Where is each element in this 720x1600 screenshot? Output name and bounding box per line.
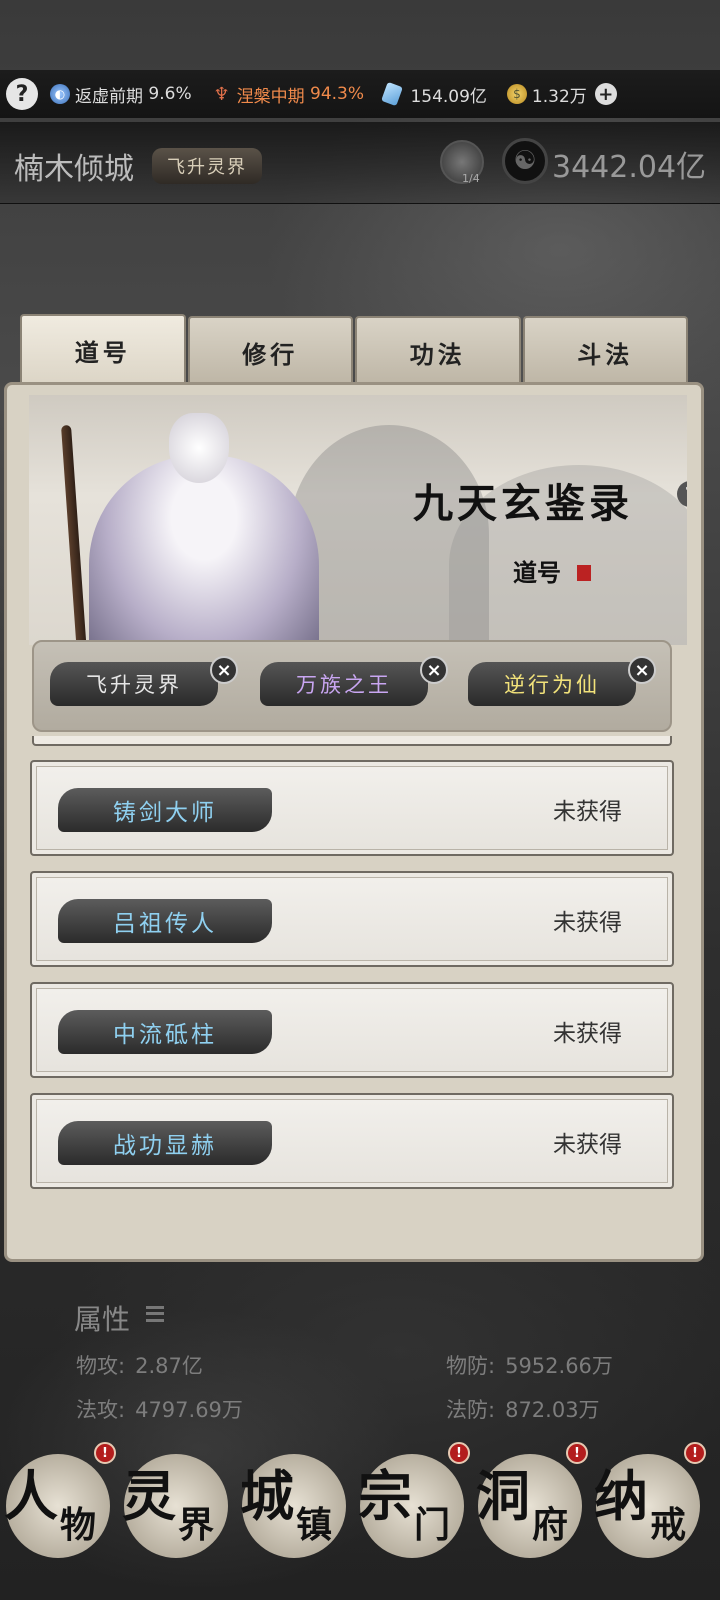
nirvana-stat[interactable]: ♆ 涅槃中期 94.3% <box>212 82 365 107</box>
nav-cave[interactable]: 洞 府 ! <box>474 1442 588 1558</box>
title-status: 未获得 <box>553 799 622 825</box>
sage-illustration <box>89 455 319 645</box>
crystal-stat[interactable]: 154.09亿 <box>381 81 487 107</box>
nav-character[interactable]: 人 物 ! <box>2 1442 116 1558</box>
avatar-count: 1/4 <box>462 172 480 185</box>
attr-mag-def: 法防: 872.03万 <box>446 1394 600 1424</box>
title-list: 铸剑大师 未获得 吕祖传人 未获得 中流砥柱 未获得 战功显赫 未获得 <box>30 760 674 1204</box>
realm-label: 返虚前期 <box>75 86 143 107</box>
attr-label: 物攻: <box>76 1354 126 1378</box>
notification-badge: ! <box>566 1442 588 1464</box>
banner-subtitle: 道号 <box>513 558 561 587</box>
equipped-title-label: 万族之王 <box>296 673 392 697</box>
tab-techniques[interactable]: 功法 <box>355 316 521 386</box>
list-item[interactable]: 战功显赫 未获得 <box>30 1093 674 1189</box>
nav-town[interactable]: 城 镇 <box>238 1444 348 1558</box>
attr-label: 物防: <box>446 1354 496 1378</box>
flame-icon: ♆ <box>213 83 230 105</box>
attr-value: 872.03万 <box>505 1398 600 1422</box>
attr-value: 5952.66万 <box>505 1354 613 1378</box>
nirvana-percent: 94.3% <box>310 84 365 104</box>
equipped-title-label: 飞升灵界 <box>86 673 182 697</box>
add-currency-button[interactable]: + <box>594 83 617 105</box>
remove-title-button[interactable]: × <box>420 656 448 684</box>
nav-label-sub: 戒 <box>650 1504 687 1546</box>
attributes-title: 属性 <box>74 1303 131 1336</box>
equipped-title-chip[interactable]: 飞升灵界 <box>50 662 218 706</box>
city-name: 楠木倾城 <box>14 152 134 187</box>
title-status: 未获得 <box>553 910 622 936</box>
list-icon[interactable] <box>146 1306 164 1322</box>
city-header: 楠木倾城 飞升灵界 1/4 ☯ 3442.04亿 <box>0 122 720 204</box>
taiji-icon: ☯ <box>502 138 548 184</box>
list-item[interactable]: 吕祖传人 未获得 <box>30 871 674 967</box>
coin-value: 1.32万 <box>531 86 587 107</box>
nav-label-main: 宗 <box>358 1464 412 1528</box>
title-status: 未获得 <box>553 1132 622 1158</box>
realm-orb-icon: ◐ <box>50 84 70 104</box>
notification-badge: ! <box>684 1442 706 1464</box>
coin-icon: $ <box>506 84 527 104</box>
seal-stamp-icon <box>577 565 591 581</box>
equipped-title-chip[interactable]: 万族之王 <box>260 662 428 706</box>
spirit-value: 3442.04亿 <box>552 150 707 185</box>
tab-duel[interactable]: 斗法 <box>522 316 688 386</box>
tab-title[interactable]: 道号 <box>20 314 186 384</box>
nav-label-sub: 府 <box>532 1504 569 1546</box>
remove-title-button[interactable]: × <box>210 656 238 684</box>
attr-mag-atk: 法攻: 4797.69万 <box>76 1394 243 1424</box>
crystal-value: 154.09亿 <box>410 86 487 107</box>
nav-label-sub: 界 <box>178 1504 215 1546</box>
nav-storage-ring[interactable]: 纳 戒 ! <box>592 1442 706 1558</box>
bottom-nav: 人 物 ! 灵 界 城 镇 宗 门 ! 洞 府 ! 纳 戒 ! <box>0 1440 720 1600</box>
nav-label-sub: 镇 <box>296 1504 333 1546</box>
nav-label-sub: 门 <box>414 1504 451 1546</box>
notification-badge: ! <box>448 1442 470 1464</box>
city-title-tag[interactable]: 飞升灵界 <box>152 148 262 184</box>
list-item-partial <box>32 736 672 746</box>
remove-title-button[interactable]: × <box>628 656 656 684</box>
nav-sect[interactable]: 宗 门 ! <box>356 1442 470 1558</box>
staff-illustration <box>60 424 88 645</box>
title-name: 战功显赫 <box>58 1121 272 1165</box>
sage-head-illustration <box>169 413 229 483</box>
tab-cultivation[interactable]: 修行 <box>187 316 353 386</box>
realm-percent: 9.6% <box>148 84 192 104</box>
title-name: 吕祖传人 <box>58 899 272 943</box>
list-item[interactable]: 中流砥柱 未获得 <box>30 982 674 1078</box>
nav-spirit-realm[interactable]: 灵 界 <box>120 1444 230 1558</box>
tab-bar: 道号 修行 功法 斗法 <box>20 314 688 386</box>
equipped-titles-bar: 飞升灵界 × 万族之王 × 逆行为仙 × <box>32 640 672 732</box>
title-name: 铸剑大师 <box>58 788 272 832</box>
banner: 九天玄鉴录 ? 道号 <box>29 395 687 645</box>
help-button[interactable]: ? <box>6 78 38 110</box>
title-status: 未获得 <box>553 1021 622 1047</box>
banner-title: 九天玄鉴录 <box>413 480 633 527</box>
notification-badge: ! <box>94 1442 116 1464</box>
nav-label-main: 人 <box>4 1464 58 1528</box>
list-item[interactable]: 铸剑大师 未获得 <box>30 760 674 856</box>
nav-label-sub: 物 <box>60 1504 97 1546</box>
equipped-title-label: 逆行为仙 <box>504 673 600 697</box>
attr-label: 法防: <box>446 1398 496 1422</box>
crystal-icon <box>381 81 403 107</box>
attr-value: 2.87亿 <box>135 1354 203 1378</box>
status-bar: ? ◐ 返虚前期 9.6% ♆ 涅槃中期 94.3% 154.09亿 $ 1.3… <box>0 70 720 118</box>
title-name: 中流砥柱 <box>58 1010 272 1054</box>
nirvana-label: 涅槃中期 <box>236 86 305 107</box>
nav-label-main: 城 <box>240 1464 294 1528</box>
attr-phys-def: 物防: 5952.66万 <box>446 1350 613 1380</box>
attr-phys-atk: 物攻: 2.87亿 <box>76 1350 203 1380</box>
realm-stat[interactable]: ◐ 返虚前期 9.6% <box>50 82 192 107</box>
coin-stat[interactable]: $ 1.32万 <box>506 82 587 107</box>
nav-label-main: 灵 <box>122 1464 176 1528</box>
nav-label-main: 洞 <box>476 1464 530 1528</box>
equipped-title-chip[interactable]: 逆行为仙 <box>468 662 636 706</box>
nav-label-main: 纳 <box>594 1464 648 1528</box>
attr-label: 法攻: <box>76 1398 126 1422</box>
attr-value: 4797.69万 <box>135 1398 243 1422</box>
